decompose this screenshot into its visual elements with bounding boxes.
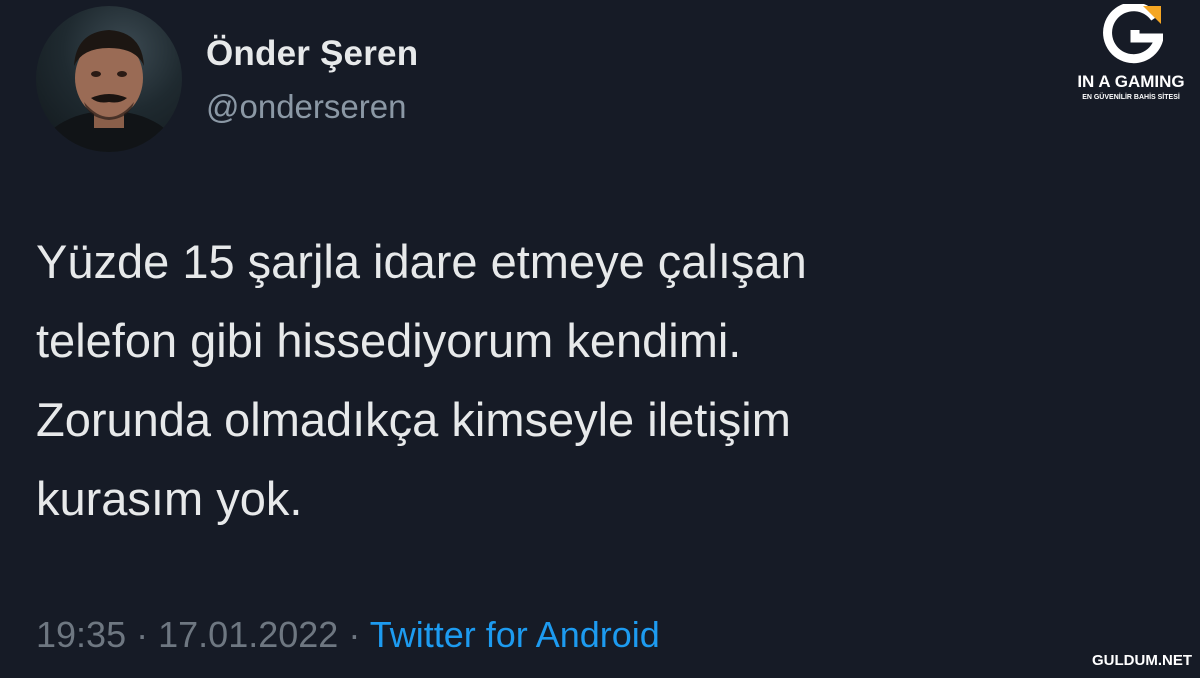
tweet-card: Önder Şeren @onderseren Yüzde 15 şarjla … — [0, 0, 1200, 678]
tweet-date[interactable]: 17.01.2022 — [158, 614, 338, 655]
watermark-logo: IN A GAMING EN GÜVENİLİR BAHİS SİTESİ — [1066, 4, 1196, 104]
tweet-text: Yüzde 15 şarjla idare etmeye çalışan tel… — [36, 235, 807, 525]
watermark-brand: IN A GAMING — [1077, 72, 1185, 91]
tweet-meta: 19:35 · 17.01.2022 · Twitter for Android — [36, 614, 660, 656]
watermark-tagline: EN GÜVENİLİR BAHİS SİTESİ — [1082, 94, 1180, 101]
author-name[interactable]: Önder Şeren — [206, 34, 418, 74]
meta-separator: · — [136, 614, 149, 655]
avatar-photo — [39, 30, 179, 152]
watermark-site: GULDUM.NET — [1092, 652, 1192, 669]
meta-separator: · — [348, 614, 361, 655]
tweet-time[interactable]: 19:35 — [36, 614, 126, 655]
tweet-source-link[interactable]: Twitter for Android — [370, 614, 660, 655]
g-logo-icon — [1103, 4, 1163, 64]
author-handle[interactable]: @onderseren — [206, 88, 406, 126]
avatar[interactable] — [36, 6, 182, 152]
